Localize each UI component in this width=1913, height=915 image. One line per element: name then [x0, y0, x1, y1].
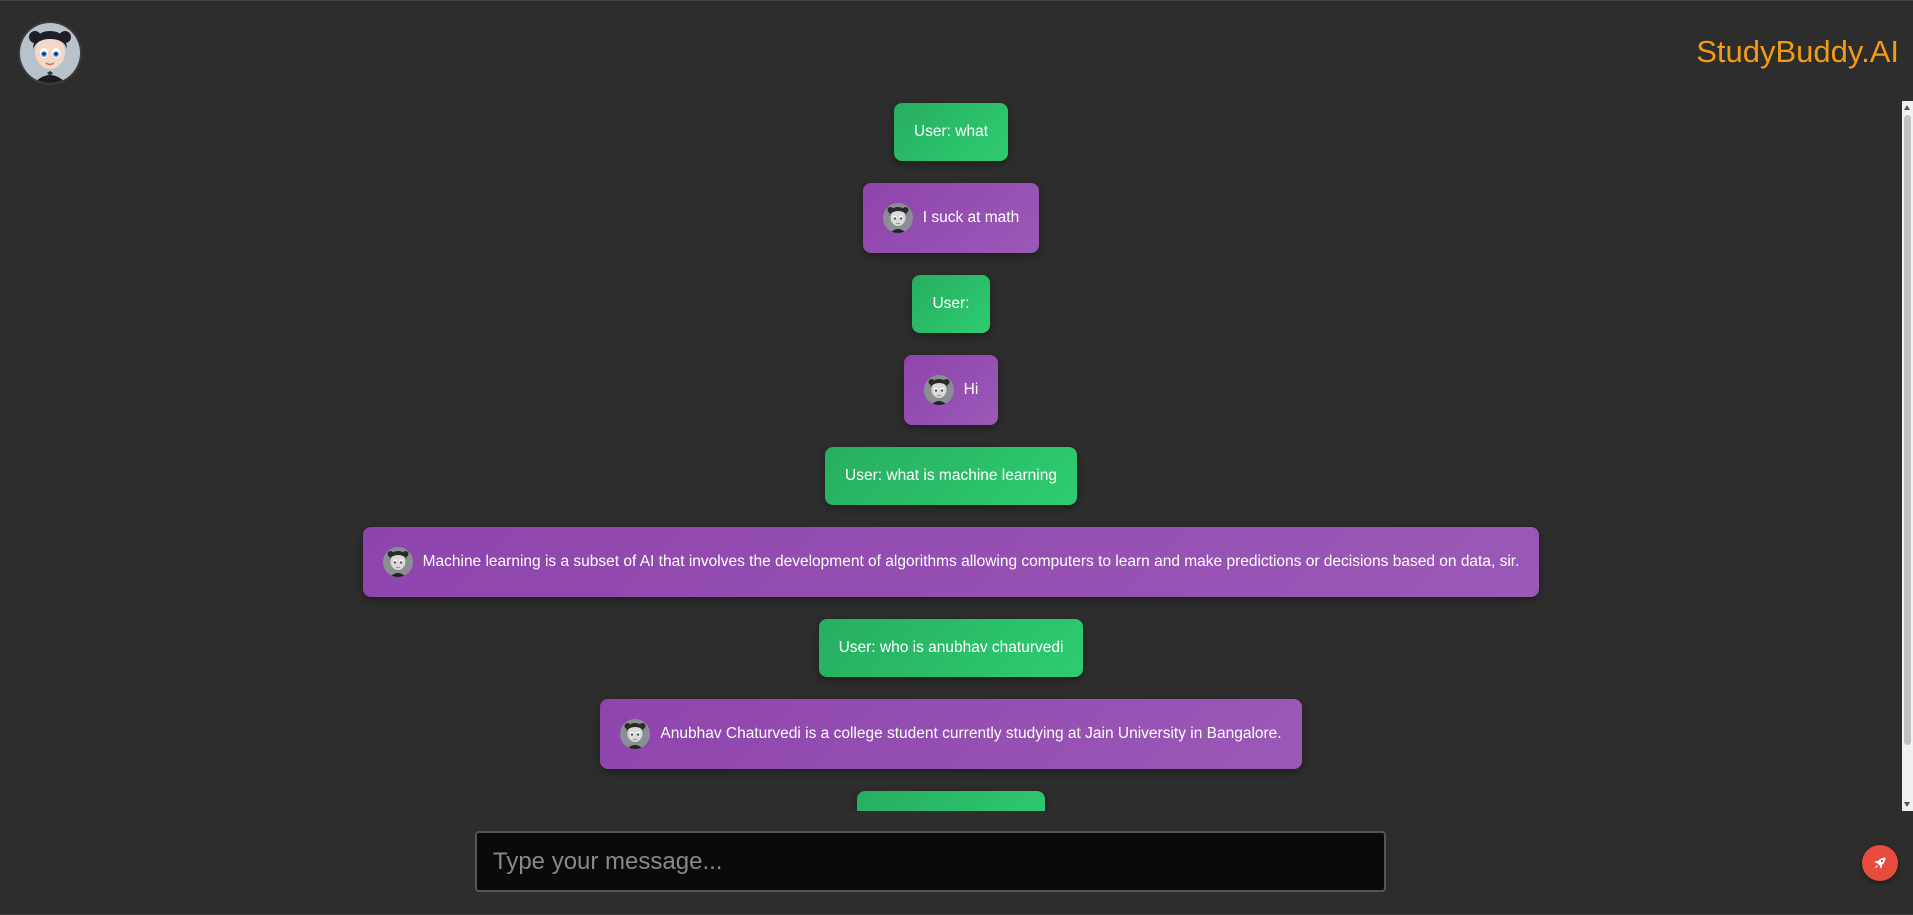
message-text: User: what is machine learning — [845, 467, 1057, 484]
bot-message-avatar — [883, 203, 913, 233]
message-text: User: who is anubhav chaturvedi — [838, 639, 1064, 656]
user-message: User: — [912, 275, 990, 333]
scroll-down-arrow-icon[interactable] — [1904, 802, 1910, 807]
bot-message-avatar — [383, 547, 413, 577]
message-text: User: — [932, 295, 970, 312]
bot-avatar-image — [20, 23, 80, 83]
bot-message: Machine learning is a subset of AI that … — [362, 527, 1540, 597]
user-message: User: what is machine learning — [825, 447, 1077, 505]
composer — [475, 831, 1386, 892]
rocket-icon — [1874, 857, 1886, 869]
message-text: Machine learning is a subset of AI that … — [422, 553, 1520, 570]
chat-scrollbar[interactable] — [1902, 101, 1913, 811]
scroll-up-arrow-icon[interactable] — [1904, 105, 1910, 110]
user-message: User: what — [893, 103, 1009, 161]
message-text: I suck at math — [922, 209, 1020, 226]
bot-avatar — [20, 23, 80, 83]
message-text: Anubhav Chaturvedi is a college student … — [660, 725, 1282, 742]
message-text: Hi — [963, 381, 979, 398]
bot-message: Anubhav Chaturvedi is a college student … — [600, 699, 1302, 769]
user-message: User: who is anubhav chaturvedi — [818, 619, 1084, 677]
message-text: User: what — [913, 123, 989, 140]
message-input[interactable] — [475, 831, 1386, 892]
bot-message-avatar — [924, 375, 954, 405]
bot-message: Hi — [903, 355, 999, 425]
user-message: User: what is medical — [857, 791, 1045, 811]
send-button[interactable] — [1862, 845, 1898, 881]
bot-message: I suck at math — [862, 183, 1040, 253]
scrollbar-thumb[interactable] — [1904, 115, 1911, 745]
brand-title: StudyBuddy.AI — [1696, 34, 1899, 69]
chat-messages[interactable]: User: what I suck at math User: Hi User: wha… — [0, 101, 1902, 811]
bot-message-avatar — [620, 719, 650, 749]
